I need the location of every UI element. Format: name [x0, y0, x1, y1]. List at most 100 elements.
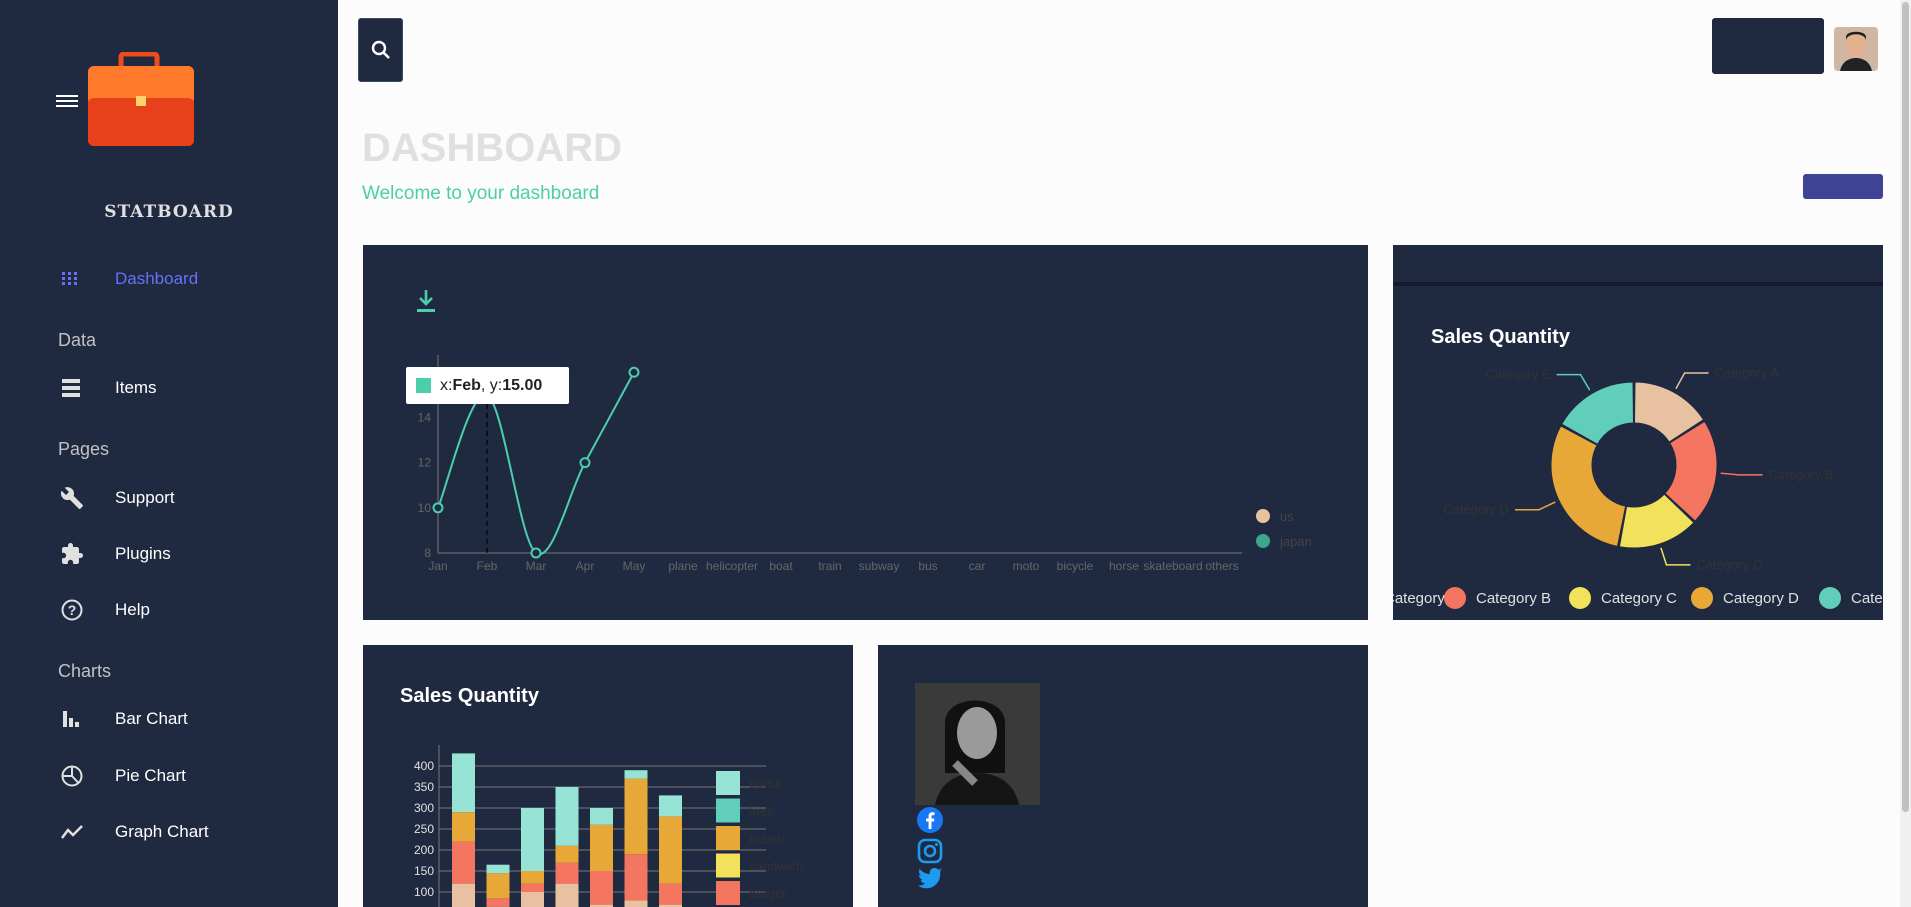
- menu-icon[interactable]: [56, 92, 78, 112]
- search-icon: [371, 40, 390, 59]
- sidebar-item-help[interactable]: ? Help: [60, 590, 150, 630]
- grid-icon: [60, 267, 100, 291]
- sidebar-item-plugins[interactable]: Plugins: [60, 534, 171, 574]
- x-tick-label: train: [818, 559, 841, 573]
- bar-segment-burger: [486, 898, 510, 907]
- x-tick-label: May: [623, 559, 646, 573]
- x-tick-label: Feb: [477, 559, 498, 573]
- bar-segment-burger: [555, 862, 579, 884]
- scrollbar-thumb[interactable]: [1902, 2, 1909, 812]
- tooltip-y-value: 15.00: [502, 376, 543, 394]
- legend-label: us: [1280, 509, 1294, 524]
- x-tick-label: skateboard: [1143, 559, 1202, 573]
- trending-icon: [60, 820, 100, 844]
- pie-chart-panel: Sales Quantity Category A Category B Categ…: [1393, 245, 1883, 620]
- pie-link-line: [1514, 501, 1556, 511]
- sidebar-item-bar-chart[interactable]: Bar Chart: [60, 699, 188, 739]
- y-tick-label: 100: [414, 885, 434, 899]
- section-data: Data: [58, 330, 97, 350]
- pie-chart-icon: [60, 764, 100, 788]
- sidebar-item-label: Graph Chart: [115, 822, 209, 841]
- y-tick-label: 14: [418, 410, 432, 424]
- page-scrollbar[interactable]: [1900, 0, 1911, 907]
- y-tick-label: 12: [418, 456, 432, 470]
- bar-segment-donut: [486, 864, 510, 874]
- sidebar-item-label: Help: [115, 600, 150, 619]
- legend-label: fries: [749, 804, 774, 819]
- bar-segment-burger: [452, 841, 475, 884]
- pie-link-line: [1675, 372, 1709, 390]
- legend-dot: [1256, 534, 1270, 548]
- legend-dot: [1569, 587, 1591, 609]
- sidebar-item-pie-chart[interactable]: Pie Chart: [60, 756, 186, 796]
- bar-segment-donut: [659, 795, 682, 817]
- facebook-icon[interactable]: [916, 806, 944, 834]
- y-tick-label: 8: [424, 546, 431, 560]
- sidebar: STATBOARD Dashboard Data Items Pages Sup…: [0, 0, 338, 907]
- bar-segment-hot-dog: [452, 883, 475, 907]
- x-tick-label: bicycle: [1057, 559, 1094, 573]
- line-chart: 8 10 12 14 Jan Feb Mar Apr May plane helicopter boa…: [418, 355, 1312, 573]
- sidebar-item-graph-chart[interactable]: Graph Chart: [60, 812, 209, 852]
- bar-segment-kebab: [590, 824, 613, 871]
- legend-label: burger: [749, 886, 787, 901]
- legend-label: kebab: [749, 831, 784, 846]
- wrench-icon: [60, 486, 100, 510]
- svg-text:?: ?: [68, 602, 77, 618]
- legend-dot: [1444, 587, 1466, 609]
- profile-panel: [878, 645, 1368, 907]
- x-tick-label: car: [969, 559, 986, 573]
- x-tick-label: Jan: [428, 559, 447, 573]
- sidebar-item-dashboard[interactable]: Dashboard: [60, 259, 198, 299]
- y-tick-label: 300: [414, 801, 434, 815]
- pie-slice-3: [1550, 425, 1627, 547]
- tooltip-swatch: [416, 378, 431, 393]
- bar-segment-burger: [590, 871, 613, 905]
- bar-segment-donut: [555, 787, 579, 846]
- bar-segment-kebab: [486, 873, 510, 899]
- y-tick-label: 400: [414, 759, 434, 773]
- bar-segment-donut: [624, 770, 648, 779]
- help-icon: ?: [60, 598, 100, 622]
- header-action-button[interactable]: [1803, 174, 1883, 199]
- y-tick-label: 200: [414, 843, 434, 857]
- line-tooltip: x: Feb, y: 15.00: [406, 367, 569, 404]
- bar-chart-icon: [60, 707, 100, 731]
- sidebar-item-label: Dashboard: [115, 269, 199, 288]
- bar-segment-donut: [452, 753, 475, 813]
- bar-segment-kebab: [659, 816, 682, 884]
- x-tick-label: boat: [769, 559, 793, 573]
- legend-dot: [1256, 509, 1270, 523]
- avatar[interactable]: [1834, 27, 1878, 71]
- brand-name: STATBOARD: [104, 202, 234, 222]
- x-tick-label: helicopter: [706, 559, 758, 573]
- sidebar-item-label: Items: [115, 378, 157, 397]
- pie-arc-label: Category C: [1696, 557, 1762, 572]
- y-tick-label: 250: [414, 822, 434, 836]
- data-point: [628, 366, 640, 378]
- section-pages: Pages: [58, 439, 110, 459]
- pie-link-line: [1660, 547, 1691, 566]
- x-tick-label: moto: [1013, 559, 1040, 573]
- instagram-icon[interactable]: [916, 837, 944, 865]
- twitter-icon[interactable]: [916, 863, 944, 891]
- sidebar-item-support[interactable]: Support: [60, 478, 175, 518]
- legend-dot: [1819, 587, 1841, 609]
- sidebar-item-items[interactable]: Items: [60, 368, 157, 408]
- legend-label: donut: [749, 776, 782, 791]
- sidebar-item-label: Support: [115, 488, 175, 507]
- bar-segment-hot-dog: [555, 883, 579, 907]
- bar-segment-burger: [521, 883, 544, 892]
- profile-photo: [915, 683, 1040, 805]
- search-button[interactable]: [358, 18, 403, 82]
- page-title: DASHBOARD: [362, 126, 622, 170]
- pie-link-line: [1556, 373, 1591, 391]
- bar-segment-kebab: [624, 778, 648, 855]
- tooltip-y-prefix: , y:: [480, 376, 503, 394]
- y-tick-label: 10: [418, 501, 432, 515]
- x-tick-label: Mar: [526, 559, 547, 573]
- bar-segment-kebab: [452, 812, 475, 842]
- legend-label: sandwich: [749, 859, 803, 874]
- legend-label: Category E: [1851, 590, 1883, 607]
- topbar-action-button[interactable]: [1712, 18, 1824, 74]
